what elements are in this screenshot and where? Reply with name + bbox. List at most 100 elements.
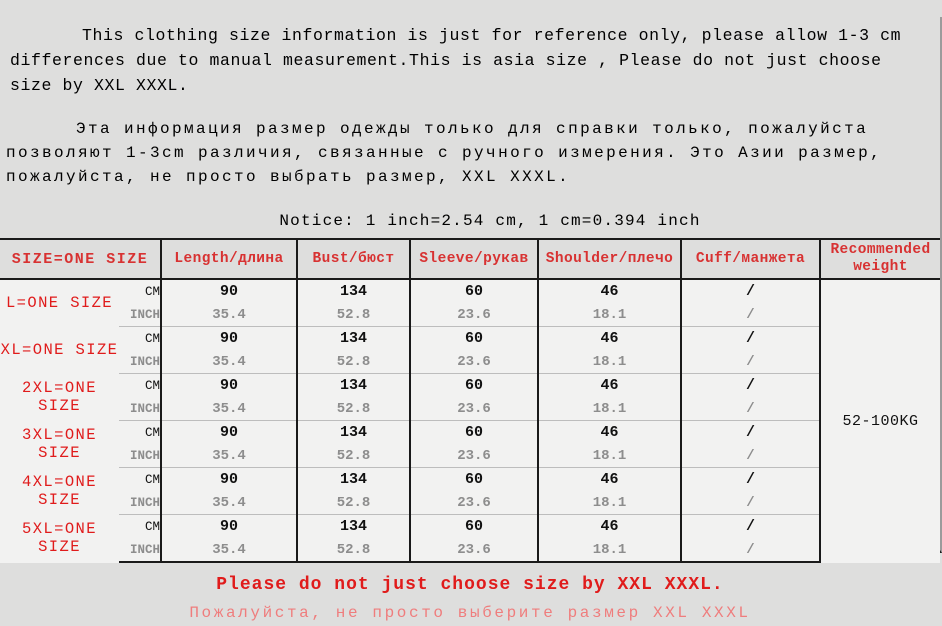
cell-shoulder-inch: 18.1	[537, 350, 682, 374]
cell-cuff-cm: /	[680, 467, 821, 491]
cell-sleeve-cm: 60	[409, 326, 539, 350]
cell-sleeve-cm: 60	[409, 279, 539, 303]
cell-sleeve-inch: 23.6	[409, 491, 539, 515]
table-row: L=ONE SIZE CM 90 134 60 46 / 52-100KG	[0, 279, 940, 562]
header-length: Length/длина	[160, 238, 298, 280]
footer-russian-text: Пожалуйста, не просто выберите размер XX…	[189, 604, 751, 622]
intro-russian-text: Эта информация размер одежды только для …	[6, 120, 883, 186]
size-label: 4XL=ONE SIZE	[0, 467, 119, 515]
cell-shoulder-cm: 46	[537, 326, 682, 350]
cell-bust-cm: 134	[296, 279, 411, 303]
header-shoulder: Shoulder/плечо	[537, 238, 682, 280]
cell-bust-inch: 52.8	[296, 303, 411, 327]
cell-cuff-inch: /	[680, 350, 821, 374]
table-row: XL=ONE SIZE CM 90 134 60 46 /	[0, 326, 940, 374]
table-row: INCH 35.4 52.8 23.6 18.1 /	[0, 397, 940, 421]
cell-bust-cm: 134	[296, 373, 411, 397]
cell-shoulder-cm: 46	[537, 373, 682, 397]
cell-length-inch: 35.4	[160, 538, 298, 563]
header-size: SIZE=ONE SIZE	[0, 238, 162, 280]
cell-recommended-weight: 52-100KG	[819, 279, 940, 562]
cell-bust-cm: 134	[296, 514, 411, 538]
cell-length-cm: 90	[160, 279, 298, 303]
footer-notice: Please do not just choose size by XXL XX…	[0, 563, 940, 626]
cell-cuff-inch: /	[680, 303, 821, 327]
cell-cuff-inch: /	[680, 491, 821, 515]
unit-label-cm: CM	[119, 420, 162, 444]
unit-label-inch: INCH	[119, 303, 162, 327]
size-label: 5XL=ONE SIZE	[0, 514, 119, 562]
cell-length-inch: 35.4	[160, 397, 298, 421]
cell-sleeve-inch: 23.6	[409, 350, 539, 374]
size-chart-table: SIZE=ONE SIZE Length/длина Bust/бюст Sle…	[0, 238, 940, 563]
cell-bust-cm: 134	[296, 467, 411, 491]
header-bust: Bust/бюст	[296, 238, 411, 280]
cell-sleeve-inch: 23.6	[409, 397, 539, 421]
cell-length-cm: 90	[160, 420, 298, 444]
unit-label-cm: CM	[119, 467, 162, 491]
unit-label-inch: INCH	[119, 491, 162, 515]
cell-length-cm: 90	[160, 467, 298, 491]
cell-cuff-cm: /	[680, 326, 821, 350]
cell-shoulder-inch: 18.1	[537, 444, 682, 468]
unit-label-inch: INCH	[119, 538, 162, 563]
cell-bust-inch: 52.8	[296, 350, 411, 374]
size-label: 3XL=ONE SIZE	[0, 420, 119, 468]
cell-sleeve-inch: 23.6	[409, 303, 539, 327]
cell-shoulder-cm: 46	[537, 279, 682, 303]
cell-bust-inch: 52.8	[296, 397, 411, 421]
size-label: L=ONE SIZE	[0, 279, 119, 327]
unit-label-inch: INCH	[119, 397, 162, 421]
cell-sleeve-cm: 60	[409, 467, 539, 491]
table-row: 5XL=ONE SIZE CM 90 134 60 46 /	[0, 514, 940, 562]
cell-cuff-inch: /	[680, 397, 821, 421]
size-chart-page: This clothing size information is just f…	[0, 16, 940, 626]
cell-shoulder-cm: 46	[537, 467, 682, 491]
cell-shoulder-inch: 18.1	[537, 538, 682, 563]
unit-label-cm: CM	[119, 279, 162, 303]
unit-label-cm: CM	[119, 514, 162, 538]
cell-cuff-inch: /	[680, 444, 821, 468]
table-row: INCH 35.4 52.8 23.6 18.1 /	[0, 350, 940, 374]
unit-label-cm: CM	[119, 326, 162, 350]
table-row: INCH 35.4 52.8 23.6 18.1 /	[0, 538, 940, 563]
cell-length-cm: 90	[160, 514, 298, 538]
cell-shoulder-cm: 46	[537, 514, 682, 538]
cell-bust-cm: 134	[296, 420, 411, 444]
cell-length-cm: 90	[160, 373, 298, 397]
size-label: XL=ONE SIZE	[0, 326, 119, 374]
table-row: INCH 35.4 52.8 23.6 18.1 /	[0, 444, 940, 468]
cell-sleeve-inch: 23.6	[409, 444, 539, 468]
cell-cuff-cm: /	[680, 279, 821, 303]
table-row: INCH 35.4 52.8 23.6 18.1 /	[0, 491, 940, 515]
table-row: INCH 35.4 52.8 23.6 18.1 /	[0, 303, 940, 327]
cell-shoulder-inch: 18.1	[537, 303, 682, 327]
cell-cuff-cm: /	[680, 373, 821, 397]
unit-label-inch: INCH	[119, 350, 162, 374]
header-cuff: Cuff/манжета	[680, 238, 821, 280]
footer-english-text: Please do not just choose size by XXL XX…	[216, 575, 724, 595]
cell-bust-inch: 52.8	[296, 444, 411, 468]
cell-length-inch: 35.4	[160, 491, 298, 515]
cell-shoulder-inch: 18.1	[537, 491, 682, 515]
cell-sleeve-cm: 60	[409, 420, 539, 444]
header-recommended-weight: Recommended weight	[819, 238, 940, 280]
cell-cuff-cm: /	[680, 420, 821, 444]
unit-label-cm: CM	[119, 373, 162, 397]
cell-sleeve-cm: 60	[409, 373, 539, 397]
table-row: 2XL=ONE SIZE CM 90 134 60 46 /	[0, 373, 940, 421]
table-row: 3XL=ONE SIZE CM 90 134 60 46 /	[0, 420, 940, 468]
cell-bust-inch: 52.8	[296, 538, 411, 563]
cell-sleeve-inch: 23.6	[409, 538, 539, 563]
cell-length-inch: 35.4	[160, 303, 298, 327]
table-row: 4XL=ONE SIZE CM 90 134 60 46 /	[0, 467, 940, 515]
header-sleeve: Sleeve/рукав	[409, 238, 539, 280]
cell-cuff-inch: /	[680, 538, 821, 563]
unit-conversion-notice: Notice: 1 inch=2.54 cm, 1 cm=0.394 inch	[279, 212, 701, 230]
cell-length-inch: 35.4	[160, 444, 298, 468]
intro-english-text: This clothing size information is just f…	[10, 25, 902, 95]
cell-length-inch: 35.4	[160, 350, 298, 374]
cell-shoulder-cm: 46	[537, 420, 682, 444]
cell-sleeve-cm: 60	[409, 514, 539, 538]
unit-label-inch: INCH	[119, 444, 162, 468]
